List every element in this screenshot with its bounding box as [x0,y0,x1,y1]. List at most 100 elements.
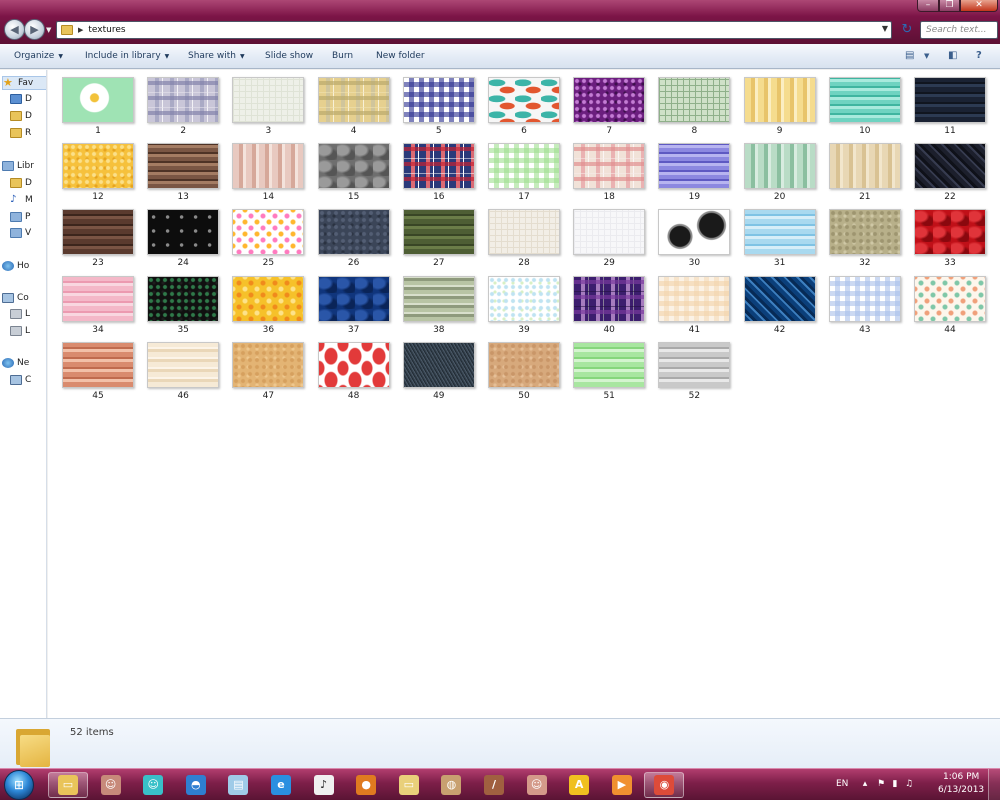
taskbar-app-button[interactable]: ▶ [602,772,642,798]
file-item[interactable]: 5 [399,77,479,141]
file-item[interactable]: 11 [910,77,990,141]
file-item[interactable]: 47 [228,341,308,406]
file-name[interactable]: 42 [740,325,820,335]
file-thumbnail[interactable] [402,77,475,123]
file-name[interactable]: 29 [569,258,649,268]
show-desktop-button[interactable] [988,769,1000,800]
back-button[interactable]: ◀ [4,19,25,40]
file-thumbnail[interactable] [658,341,731,388]
network-signal-icon[interactable]: ▮ [890,779,900,789]
breadcrumb-chevron-icon[interactable]: ▶ [78,26,83,34]
file-thumbnail[interactable] [317,143,390,190]
change-view-button[interactable]: ▤ [905,50,914,63]
file-name[interactable]: 10 [825,126,905,136]
file-name[interactable]: 13 [143,192,223,202]
file-name[interactable]: 11 [910,126,990,136]
file-item[interactable]: 52 [654,341,734,406]
file-thumbnail[interactable] [573,77,646,123]
file-thumbnail[interactable] [658,143,731,190]
recent-pages-dropdown[interactable]: ▼ [46,26,54,34]
view-options-dropdown[interactable]: ▼ [924,52,929,65]
new-folder-button[interactable]: New folder [376,44,425,69]
file-name[interactable]: 16 [399,192,479,202]
file-thumbnail[interactable] [317,209,390,256]
nav-computer[interactable]: Co [2,291,46,305]
file-item[interactable]: 21 [825,143,905,207]
file-thumbnail[interactable] [573,143,646,190]
file-item[interactable]: 19 [654,143,734,207]
file-thumbnail[interactable] [147,77,220,123]
file-thumbnail[interactable] [62,209,134,256]
file-name[interactable]: 34 [58,325,138,335]
file-name[interactable]: 14 [228,192,308,202]
taskbar-app-button[interactable]: / [474,772,514,798]
taskbar-app-button[interactable]: ▭ [48,772,88,798]
file-name[interactable]: 46 [143,391,223,401]
taskbar-app-button[interactable]: e [261,772,301,798]
file-name[interactable]: 45 [58,391,138,401]
file-name[interactable]: 4 [314,126,394,136]
file-item[interactable]: 48 [314,341,394,406]
file-item[interactable]: 29 [569,209,649,273]
file-thumbnail[interactable] [573,275,646,322]
breadcrumb-folder[interactable]: textures [88,25,125,35]
taskbar-app-button[interactable]: ☺ [91,772,131,798]
volume-icon[interactable]: ♫ [904,779,914,789]
file-item[interactable]: 14 [228,143,308,207]
file-item[interactable]: 22 [910,143,990,207]
file-thumbnail[interactable] [828,143,901,190]
nav-documents[interactable]: D [10,176,46,190]
file-thumbnail[interactable] [317,341,390,388]
file-thumbnail[interactable] [828,77,901,123]
file-item[interactable]: 46 [143,341,223,406]
forward-button[interactable]: ▶ [24,19,45,40]
action-center-flag-icon[interactable]: ⚑ [876,779,886,789]
file-thumbnail[interactable] [62,143,134,190]
file-thumbnail[interactable] [914,275,986,322]
file-item[interactable]: 24 [143,209,223,273]
taskbar-app-button[interactable]: ☺ [133,772,173,798]
help-button[interactable]: ? [976,50,982,63]
close-button[interactable]: ✕ [960,0,998,12]
nav-desktop[interactable]: D [10,92,46,106]
nav-network[interactable]: Ne [2,356,46,370]
file-name[interactable]: 41 [654,325,734,335]
file-name[interactable]: 26 [314,258,394,268]
file-item[interactable]: 13 [143,143,223,207]
file-name[interactable]: 22 [910,192,990,202]
file-name[interactable]: 52 [654,391,734,401]
file-name[interactable]: 30 [654,258,734,268]
language-indicator[interactable]: EN [836,779,848,789]
file-thumbnail[interactable] [658,209,731,256]
file-name[interactable]: 28 [484,258,564,268]
address-dropdown-icon[interactable]: ▼ [882,24,888,33]
file-name[interactable]: 39 [484,325,564,335]
file-thumbnail[interactable] [402,209,475,256]
taskbar-app-button[interactable]: ♪ [304,772,344,798]
nav-videos[interactable]: V [10,226,46,240]
file-thumbnail[interactable] [402,275,475,322]
share-with-button[interactable]: Share with ▼ [188,44,245,69]
nav-pictures[interactable]: P [10,210,46,224]
slide-show-button[interactable]: Slide show [265,44,313,69]
file-thumbnail[interactable] [743,209,816,256]
refresh-button[interactable]: ↻ [898,21,916,39]
file-item[interactable]: 10 [825,77,905,141]
nav-music[interactable]: ♪ M [10,193,46,207]
taskbar-app-button[interactable]: A [559,772,599,798]
burn-button[interactable]: Burn [332,44,353,69]
file-thumbnail[interactable] [232,143,305,190]
file-name[interactable]: 2 [143,126,223,136]
nav-local-disk-d[interactable]: L [10,324,46,338]
file-name[interactable]: 43 [825,325,905,335]
file-thumbnail[interactable] [402,341,475,388]
file-list-view[interactable]: 1 2 3 4 5 6 7 8 9 10 11 12 13 14 15 16 17 18 19 20 21 22 23 24 2… [48,70,1000,718]
file-item[interactable]: 36 [228,275,308,340]
file-name[interactable]: 24 [143,258,223,268]
file-item[interactable]: 18 [569,143,649,207]
file-thumbnail[interactable] [488,77,560,123]
clock-date[interactable]: 6/13/2013 [938,785,984,795]
file-name[interactable]: 49 [399,391,479,401]
file-name[interactable]: 18 [569,192,649,202]
file-thumbnail[interactable] [62,341,134,388]
